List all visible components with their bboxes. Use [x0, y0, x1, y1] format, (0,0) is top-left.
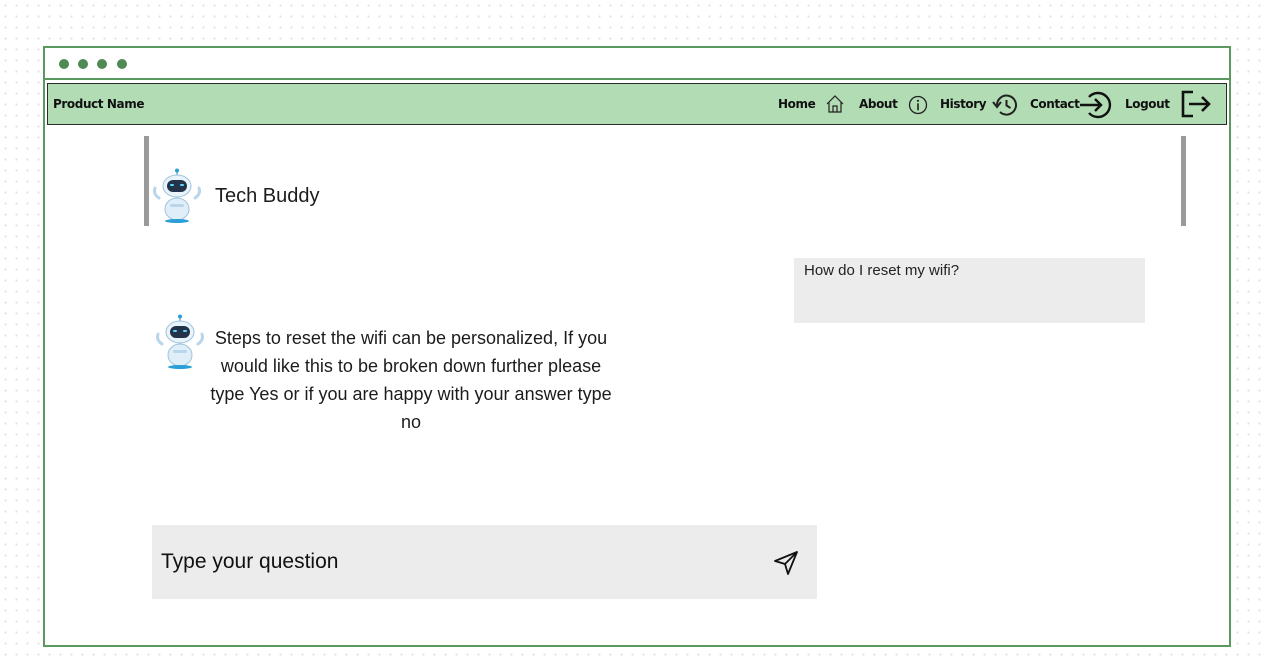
user-message-bubble: How do I reset my wifi? — [794, 258, 1145, 323]
bot-message-avatar-icon — [156, 314, 204, 369]
nav-logout-link[interactable]: Logout — [1125, 97, 1170, 111]
user-message-text: How do I reset my wifi? — [804, 262, 960, 279]
window-dot — [78, 59, 88, 69]
nav-about-link[interactable]: About — [859, 97, 898, 111]
login-arrow-icon[interactable] — [1079, 90, 1113, 120]
send-icon[interactable] — [772, 549, 800, 577]
question-input[interactable] — [152, 525, 752, 599]
info-icon[interactable] — [908, 95, 928, 115]
history-icon[interactable] — [992, 92, 1020, 118]
nav-contact-link[interactable]: Contact — [1030, 97, 1080, 111]
window-dot — [117, 59, 127, 69]
header-divider-right — [1181, 136, 1186, 226]
bot-name-title: Tech Buddy — [215, 185, 320, 207]
window-dot — [97, 59, 107, 69]
logout-icon[interactable] — [1180, 89, 1212, 119]
window-dot — [59, 59, 69, 69]
header-divider-left — [144, 136, 149, 226]
app-window: Product Name Home About History Contact … — [43, 46, 1231, 647]
nav-history-link[interactable]: History — [940, 97, 987, 111]
window-titlebar — [45, 48, 1229, 80]
product-name: Product Name — [53, 97, 145, 111]
nav-home-link[interactable]: Home — [778, 97, 816, 111]
bot-message-text: Steps to reset the wifi can be personali… — [210, 328, 612, 432]
home-icon[interactable] — [825, 94, 845, 114]
question-input-area — [152, 525, 817, 599]
top-navbar: Product Name Home About History Contact … — [47, 83, 1227, 125]
bot-avatar-icon — [153, 168, 201, 223]
